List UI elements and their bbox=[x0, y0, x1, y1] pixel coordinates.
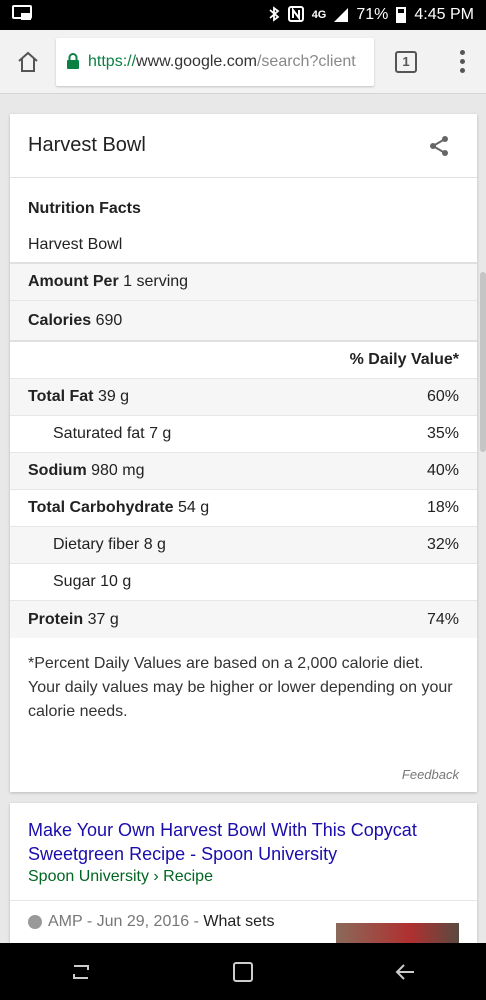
nutrient-label: Sugar bbox=[53, 573, 96, 590]
result-date: - Jun 29, 2016 - bbox=[82, 913, 204, 930]
signal-icon bbox=[334, 8, 349, 22]
back-arrow-icon bbox=[395, 963, 414, 980]
nutrient-label: Total Fat bbox=[28, 388, 94, 405]
nutrient-amount: 7 g bbox=[149, 425, 172, 442]
nutrient-row: Sodium 980 mg 40% bbox=[10, 453, 477, 490]
amount-per-row: Amount Per 1 serving bbox=[10, 264, 477, 301]
nutrient-amount: 10 g bbox=[100, 573, 132, 590]
menu-dot bbox=[459, 50, 465, 55]
share-icon bbox=[430, 135, 448, 156]
daily-value-footnote: *Percent Daily Values are based on a 2,0… bbox=[28, 655, 453, 720]
nutrient-amount: 8 g bbox=[143, 536, 166, 553]
nutrient-row: Total Carbohydrate 54 g 18% bbox=[10, 490, 477, 527]
nutrient-dv: 40% bbox=[426, 462, 459, 479]
amount-per-label: Amount Per bbox=[28, 273, 119, 290]
status-bar: 4G 71% 4:45 PM bbox=[0, 0, 486, 30]
lte-icon: 4G bbox=[311, 9, 327, 21]
back-button[interactable] bbox=[375, 943, 435, 1000]
snippet-text: What sets bbox=[203, 913, 275, 930]
url-scheme: https:// bbox=[88, 52, 137, 70]
scrollbar[interactable] bbox=[480, 272, 486, 452]
nutrient-amount: 54 g bbox=[177, 499, 210, 516]
feedback-link[interactable]: Feedback bbox=[402, 767, 459, 782]
nutrient-label: Protein bbox=[28, 610, 84, 628]
nutrient-row: Saturated fat 7 g 35% bbox=[10, 416, 477, 453]
result-title-link[interactable]: Make Your Own Harvest Bowl With This Cop… bbox=[10, 803, 477, 866]
home-icon bbox=[18, 51, 38, 72]
url-host: www.google.com bbox=[136, 52, 257, 70]
nutrient-dv: 60% bbox=[426, 388, 459, 405]
calories-row: Calories 690 bbox=[10, 301, 477, 342]
calories-label: Calories bbox=[28, 311, 92, 329]
nutrition-facts-heading: Nutrition Facts bbox=[28, 200, 141, 217]
daily-value-label: % Daily Value* bbox=[349, 351, 459, 368]
result-thumbnail[interactable] bbox=[336, 923, 459, 943]
clock: 4:45 PM bbox=[414, 6, 474, 23]
tab-switcher-button[interactable]: 1 bbox=[374, 30, 438, 94]
card-header: Harvest Bowl bbox=[10, 114, 477, 178]
home-nav-button[interactable] bbox=[213, 943, 273, 1000]
result-breadcrumb: Spoon University › Recipe bbox=[28, 868, 213, 885]
search-result-card: Make Your Own Harvest Bowl With This Cop… bbox=[10, 803, 477, 943]
overflow-menu-button[interactable] bbox=[438, 30, 486, 94]
nutrient-row: Protein 37 g 74% bbox=[10, 601, 477, 638]
amount-per-value: 1 serving bbox=[123, 273, 189, 290]
nutrient-dv: 32% bbox=[426, 536, 459, 553]
amp-label: AMP bbox=[48, 913, 83, 930]
nutrient-label: Sodium bbox=[28, 462, 87, 479]
home-square-icon bbox=[233, 961, 253, 982]
tab-count: 1 bbox=[395, 50, 417, 73]
calories-value: 690 bbox=[95, 311, 123, 329]
browser-toolbar: https://www.google.com/search?client 1 bbox=[0, 30, 486, 94]
battery-level: 71% bbox=[356, 6, 389, 23]
url-path: /search?client bbox=[256, 52, 356, 70]
menu-dot bbox=[459, 68, 465, 73]
nutrient-amount: 980 mg bbox=[91, 462, 145, 479]
nfc-icon bbox=[287, 5, 304, 25]
cast-icon bbox=[12, 4, 32, 26]
recent-apps-icon bbox=[73, 964, 89, 979]
recent-apps-button[interactable] bbox=[51, 943, 111, 1000]
daily-value-header: % Daily Value* bbox=[10, 342, 477, 379]
home-button[interactable] bbox=[0, 30, 56, 94]
card-title: Harvest Bowl bbox=[28, 134, 146, 156]
amp-icon bbox=[28, 915, 42, 929]
nutrient-label: Saturated fat bbox=[53, 425, 145, 442]
nutrient-label: Dietary fiber bbox=[53, 536, 140, 553]
nutrient-amount: 39 g bbox=[97, 388, 130, 405]
battery-icon bbox=[396, 7, 407, 23]
lock-icon bbox=[66, 53, 80, 70]
nutrient-row: Sugar 10 g bbox=[10, 564, 477, 601]
share-button[interactable] bbox=[419, 126, 459, 166]
menu-dot bbox=[459, 59, 465, 64]
nutrition-card: Harvest Bowl Nutrition Facts Harvest Bow… bbox=[10, 114, 477, 792]
address-bar[interactable]: https://www.google.com/search?client bbox=[56, 37, 374, 86]
nutrient-row: Dietary fiber 8 g 32% bbox=[10, 527, 477, 564]
navigation-bar bbox=[0, 943, 486, 1000]
nutrient-amount: 37 g bbox=[87, 610, 119, 628]
food-name: Harvest Bowl bbox=[10, 228, 477, 264]
nutrient-dv: 35% bbox=[426, 425, 459, 442]
nutrient-dv: 74% bbox=[426, 610, 459, 628]
bluetooth-icon bbox=[268, 5, 280, 25]
nutrient-row: Total Fat 39 g 60% bbox=[10, 379, 477, 416]
nutrient-dv: 18% bbox=[426, 499, 459, 516]
nutrient-label: Total Carbohydrate bbox=[28, 499, 174, 516]
